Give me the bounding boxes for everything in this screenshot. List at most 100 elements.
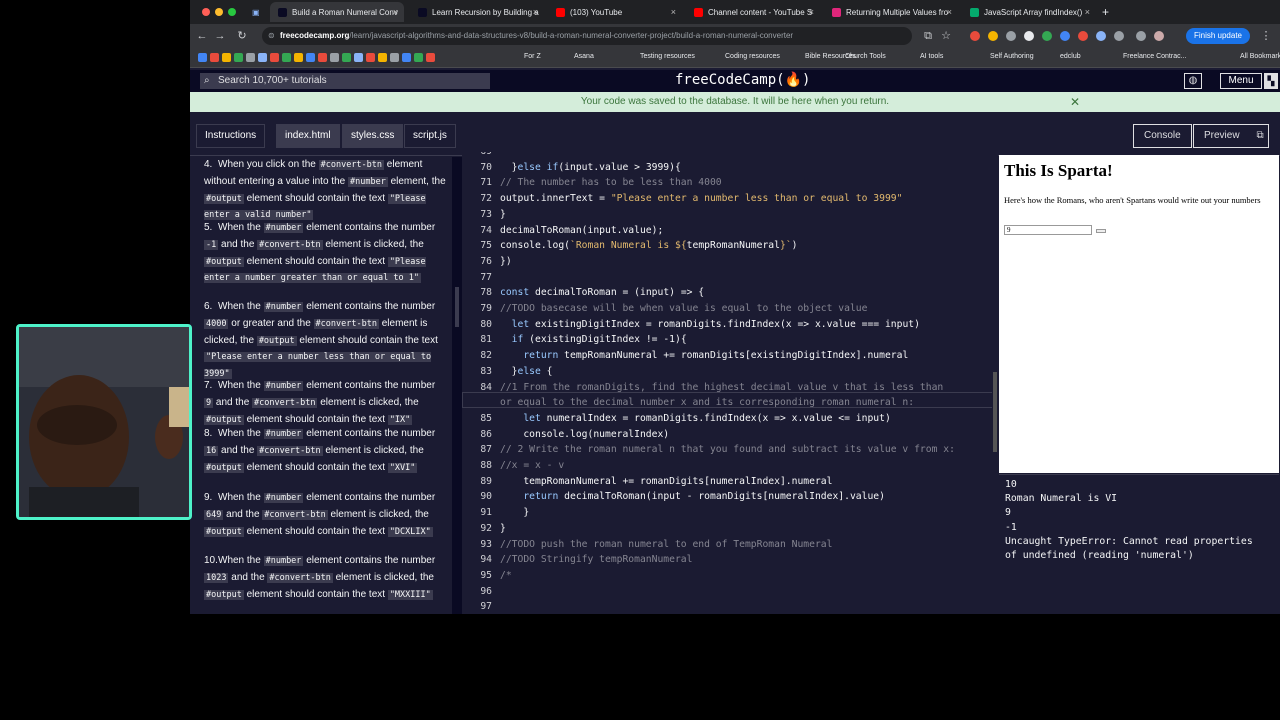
bookmark-favicon-icon[interactable] [282,53,291,62]
extension-icon[interactable] [1078,31,1088,41]
code-line[interactable]: let numeralIndex = romanDigits.findIndex… [500,413,890,424]
bookmark-favicon-icon[interactable] [390,53,399,62]
bookmark-item[interactable]: Testing resources [640,53,695,60]
reload-icon[interactable]: ↻ [234,28,250,44]
menu-button[interactable]: Menu [1220,73,1262,89]
close-icon[interactable]: ✕ [1070,92,1080,112]
popout-icon[interactable]: ⧉ [1256,125,1263,147]
code-line[interactable]: console.log(numeralIndex) [500,429,669,440]
browser-tab[interactable]: Returning Multiple Values fro × [824,2,958,22]
bookmark-favicon-icon[interactable] [378,53,387,62]
bookmark-favicon-icon[interactable] [414,53,423,62]
bookmark-favicon-icon[interactable] [270,53,279,62]
user-avatar[interactable]: ▚ [1264,73,1278,89]
code-line[interactable]: or equal to the decimal number x and its… [500,397,914,408]
bookmark-favicon-icon[interactable] [318,53,327,62]
extension-icon[interactable] [970,31,980,41]
close-window-button[interactable] [202,8,210,16]
finish-update-button[interactable]: Finish update [1185,28,1250,44]
bookmark-favicon-icon[interactable] [342,53,351,62]
code-line[interactable]: tempRomanNumeral += romanDigits[numeralI… [500,476,832,487]
bookmark-item[interactable]: Freelance Contrac... [1123,53,1186,60]
bookmark-favicon-icon[interactable] [294,53,303,62]
bookmark-favicon-icon[interactable] [426,53,435,62]
url-field[interactable]: ⊜ freecodecamp.org/learn/javascript-algo… [262,27,912,45]
bookmark-favicon-icon[interactable] [234,53,243,62]
code-line[interactable]: return decimalToRoman(input - romanDigit… [500,491,885,502]
extension-icon[interactable] [988,31,998,41]
browser-tab[interactable]: Channel content - YouTube S × [686,2,820,22]
fcc-logo[interactable]: freeCodeCamp(🔥) [675,72,810,88]
extension-icon[interactable] [1042,31,1052,41]
code-line[interactable]: if (existingDigitIndex != -1){ [500,334,687,345]
close-tab-icon[interactable]: × [947,7,952,17]
code-line[interactable]: //TODO push the roman numeral to end of … [500,539,832,550]
tab-index-html[interactable]: index.html [276,124,340,148]
resizer-grip[interactable] [455,287,459,327]
extension-icon[interactable] [1006,31,1016,41]
site-info-icon[interactable]: ⊜ [268,27,275,45]
browser-tab[interactable]: (103) YouTube × [548,2,682,22]
close-tab-icon[interactable]: × [533,7,538,17]
code-line[interactable]: //x = x - v [500,460,564,471]
bookmark-item[interactable]: Self Authoring [990,53,1034,60]
minimize-window-button[interactable] [215,8,223,16]
preview-toggle-button[interactable]: Preview ⧉ [1193,124,1269,148]
scrollbar-thumb[interactable] [993,372,997,452]
extension-icon[interactable] [1114,31,1124,41]
code-line[interactable]: /* [500,570,512,581]
bookmark-item[interactable]: Asana [574,53,594,60]
bookmark-favicon-icon[interactable] [210,53,219,62]
bookmark-favicon-icon[interactable] [366,53,375,62]
language-globe-icon[interactable]: ◍ [1184,73,1202,89]
bookmark-favicon-icon[interactable] [330,53,339,62]
extension-icon[interactable] [1024,31,1034,41]
pinned-tab[interactable]: ▣ [246,2,266,22]
bookmark-item[interactable]: edclub [1060,53,1081,60]
code-line[interactable]: const decimalToRoman = (input) => { [500,287,704,298]
bookmark-item[interactable]: Coding resources [725,53,780,60]
editor-scrollbar[interactable] [992,152,998,614]
back-icon[interactable]: ← [194,28,210,44]
extension-icon[interactable] [1060,31,1070,41]
bookmark-item[interactable]: AI tools [920,53,943,60]
browser-tab[interactable]: Learn Recursion by Building a × [410,2,544,22]
search-input[interactable]: ⌕ Search 10,700+ tutorials [200,73,490,89]
bookmark-favicon-icon[interactable] [354,53,363,62]
code-line[interactable]: decimalToRoman(input.value); [500,225,663,236]
close-tab-icon[interactable]: × [1085,7,1090,17]
preview-number-input[interactable]: 9 [1004,225,1092,235]
code-line[interactable]: } [500,209,506,220]
bookmark-favicon-icon[interactable] [222,53,231,62]
extensions-puzzle-icon[interactable] [1136,31,1146,41]
bookmark-favicon-icon[interactable] [258,53,267,62]
code-line[interactable]: output.innerText = "Please enter a numbe… [500,193,902,204]
close-tab-icon[interactable]: × [809,7,814,17]
code-line[interactable]: }else { [500,366,553,377]
code-line[interactable]: console.log(`Roman Numeral is ${tempRoma… [500,240,798,251]
preview-convert-button[interactable] [1096,229,1106,233]
extension-icon[interactable] [1096,31,1106,41]
code-line[interactable]: // 2 Write the roman numeral n that you … [500,444,955,455]
bookmark-favicon-icon[interactable] [402,53,411,62]
profile-avatar[interactable] [1154,31,1164,41]
code-editor[interactable]: 6970 }else if(input.value > 3999){71// T… [462,152,997,614]
code-line[interactable]: //TODO basecase will be when value is eq… [500,303,867,314]
bookmark-item[interactable]: All Bookmarks [1240,53,1280,60]
bookmark-item[interactable]: For Z [524,53,541,60]
bookmark-favicon-icon[interactable] [198,53,207,62]
bookmark-star-icon[interactable]: ☆ [938,28,954,44]
bookmark-favicon-icon[interactable] [246,53,255,62]
bookmark-favicon-icon[interactable] [306,53,315,62]
code-line[interactable]: let existingDigitIndex = romanDigits.fin… [500,319,920,330]
code-line[interactable]: //TODO Stringify tempRomanNumeral [500,554,692,565]
code-line[interactable]: }else if(input.value > 3999){ [500,162,681,173]
code-line[interactable]: //1 From the romanDigits, find the highe… [500,382,943,393]
cast-icon[interactable]: ⧉ [920,28,936,44]
code-line[interactable]: // The number has to be less than 4000 [500,177,722,188]
close-tab-icon[interactable]: × [671,7,676,17]
tab-styles-css[interactable]: styles.css [342,124,404,148]
code-line[interactable]: } [500,507,529,518]
code-line[interactable]: return tempRomanNumeral += romanDigits[e… [500,350,908,361]
panel-resizer[interactable] [452,157,462,614]
